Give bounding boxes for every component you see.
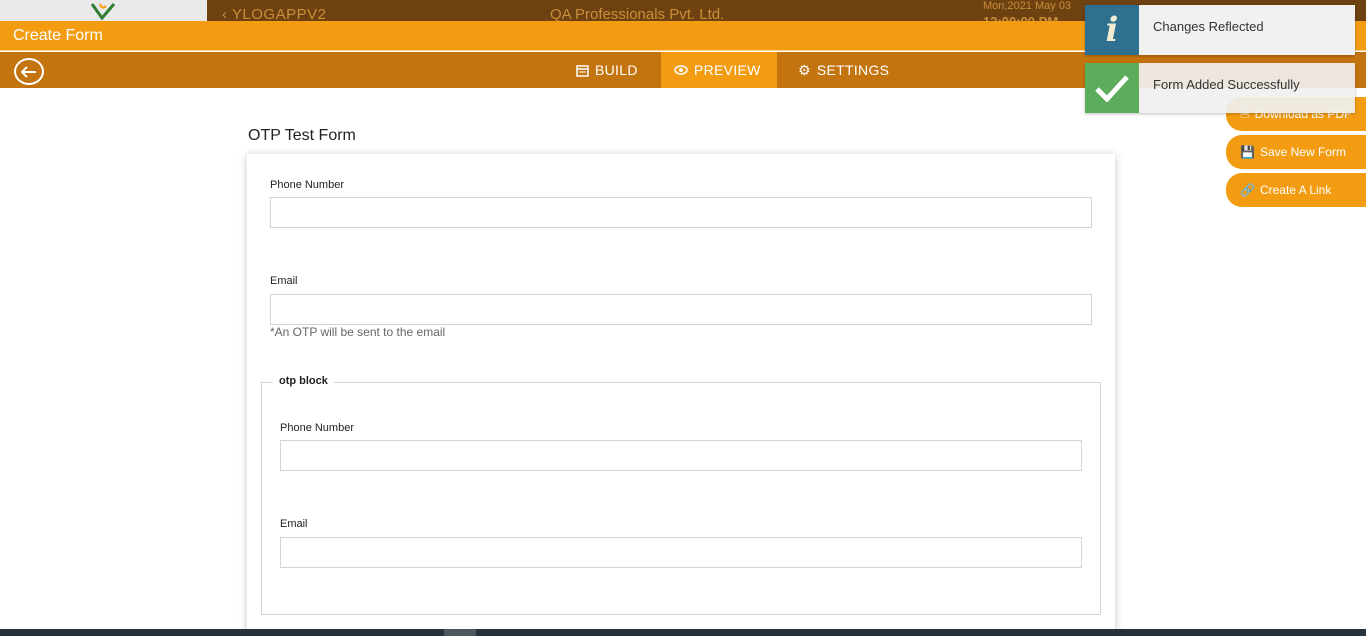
floppy-disk-icon: 💾: [1240, 145, 1255, 159]
phone-number-label: Phone Number: [270, 179, 344, 191]
phone-number-input[interactable]: [270, 197, 1092, 228]
taskbar-item[interactable]: [444, 629, 476, 636]
header-date: Mon,2021 May 03: [983, 0, 1072, 12]
back-button[interactable]: [14, 58, 44, 85]
otp-phone-number-label: Phone Number: [280, 422, 354, 434]
info-toast-message: Changes Reflected: [1139, 5, 1355, 55]
otp-email-label: Email: [280, 518, 308, 530]
tab-settings[interactable]: ⚙ SETTINGS: [788, 52, 898, 88]
calendar-icon: [576, 64, 589, 77]
otp-block-legend: otp block: [273, 375, 334, 387]
tab-build-label: BUILD: [595, 62, 638, 78]
email-label: Email: [270, 275, 298, 287]
link-icon: 🔗: [1240, 183, 1255, 197]
tab-preview[interactable]: PREVIEW: [661, 52, 777, 88]
leaf-logo-icon: [90, 3, 116, 20]
form-title: OTP Test Form: [248, 127, 356, 144]
app-logo-area: [0, 0, 207, 21]
tab-settings-label: SETTINGS: [816, 62, 890, 78]
create-link-label: Create A Link: [1259, 183, 1332, 197]
otp-email-input[interactable]: [280, 537, 1082, 568]
tab-preview-label: PREVIEW: [694, 62, 761, 78]
gear-icon: ⚙: [798, 61, 811, 78]
success-toast[interactable]: Form Added Successfully: [1085, 63, 1355, 113]
info-icon: i: [1085, 5, 1139, 55]
save-new-form-label: Save New Form: [1259, 145, 1346, 159]
success-toast-message: Form Added Successfully: [1139, 63, 1355, 113]
email-input[interactable]: [270, 294, 1092, 325]
tab-build[interactable]: BUILD: [566, 52, 650, 88]
email-hint: *An OTP will be sent to the email: [270, 325, 446, 339]
checkmark-icon: [1085, 63, 1139, 113]
arrow-left-icon: [21, 65, 36, 78]
info-toast[interactable]: i Changes Reflected: [1085, 5, 1355, 55]
otp-block-fieldset: [261, 382, 1101, 615]
save-new-form-button[interactable]: 💾 Save New Form: [1226, 135, 1366, 169]
page-title: Create Form: [13, 27, 103, 44]
eye-icon: [674, 65, 688, 75]
otp-phone-number-input[interactable]: [280, 440, 1082, 471]
create-link-button[interactable]: 🔗 Create A Link: [1226, 173, 1366, 207]
taskbar: [0, 629, 1366, 636]
